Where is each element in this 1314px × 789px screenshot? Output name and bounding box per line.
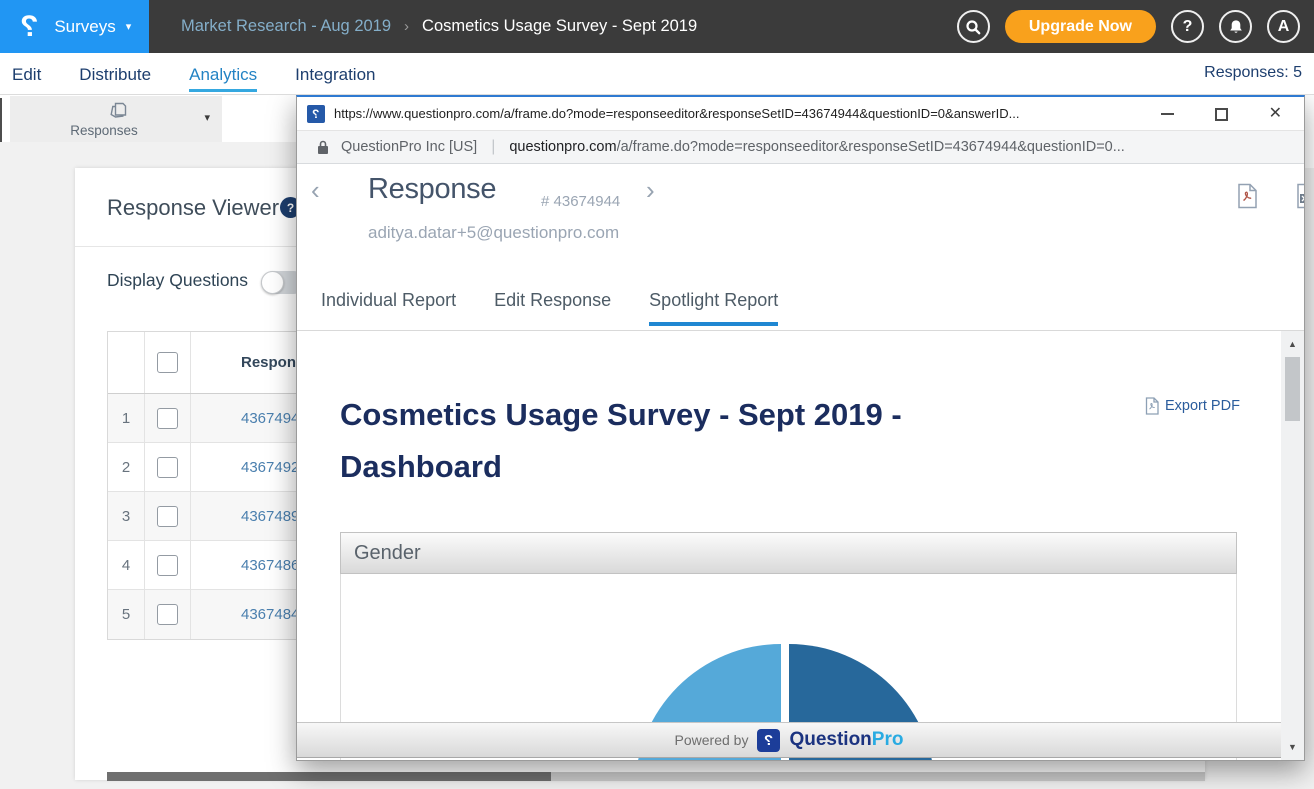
toggle-knob[interactable]: [261, 271, 284, 294]
close-icon[interactable]: ✕: [1269, 106, 1282, 122]
vertical-scrollbar-thumb[interactable]: [1285, 357, 1300, 421]
nav-item-integration[interactable]: Integration: [295, 63, 375, 85]
select-all-checkbox[interactable]: [157, 352, 178, 373]
nav-item-analytics[interactable]: Analytics: [189, 56, 257, 92]
row-number: 3: [108, 492, 145, 540]
notifications-button[interactable]: [1219, 10, 1252, 43]
screen: ? Surveys ▾ Market Research - Aug 2019 ›…: [0, 0, 1314, 789]
upgrade-now-button[interactable]: Upgrade Now: [1005, 10, 1156, 43]
responses-tool-label: Responses: [10, 123, 198, 138]
tab-edit-response[interactable]: Edit Response: [494, 289, 611, 326]
chevron-down-icon: ▾: [126, 20, 132, 33]
toolbar-edge: [0, 98, 2, 142]
chevron-down-icon[interactable]: ▾: [204, 111, 210, 124]
gender-panel-header: Gender: [340, 532, 1237, 574]
spotlight-report-body: Cosmetics Usage Survey - Sept 2019 - Das…: [297, 331, 1281, 760]
surveys-label: Surveys: [54, 17, 115, 37]
brand-pro: Pro: [872, 729, 904, 750]
survey-nav: Edit Distribute Analytics Integration Re…: [0, 53, 1314, 95]
horizontal-scrollbar[interactable]: [107, 772, 1205, 781]
download-pdf-icon[interactable]: [1237, 183, 1258, 214]
respondent-email: aditya.datar+5@questionpro.com: [368, 223, 619, 243]
url-separator: |: [491, 138, 495, 156]
search-icon: [965, 19, 981, 35]
top-bar: ? Surveys ▾ Market Research - Aug 2019 ›…: [0, 0, 1314, 53]
security-url-bar: QuestionPro Inc [US] | questionpro.com /…: [297, 131, 1304, 164]
export-pdf-button[interactable]: Export PDF: [1145, 397, 1240, 415]
account-avatar[interactable]: A: [1267, 10, 1300, 43]
export-pdf-label: Export PDF: [1165, 398, 1240, 414]
questionpro-favicon-icon: ?: [307, 105, 325, 123]
lock-icon: [317, 139, 329, 155]
vertical-scrollbar[interactable]: ▲ ▼: [1281, 331, 1304, 760]
help-icon: ?: [287, 201, 294, 215]
page-right-margin: [1305, 95, 1314, 168]
report-tabs: Individual Report Edit Response Spotligh…: [321, 289, 778, 326]
header-num-cell: [108, 332, 145, 393]
row-number: 4: [108, 541, 145, 589]
nav-items: Edit Distribute Analytics Integration: [12, 53, 375, 94]
row-number: 5: [108, 590, 145, 639]
response-editor-popup: ? https://www.questionpro.com/a/frame.do…: [296, 95, 1305, 761]
gender-panel-title: Gender: [354, 542, 421, 565]
popup-title-bar[interactable]: ? https://www.questionpro.com/a/frame.do…: [297, 97, 1304, 131]
url-domain: questionpro.com: [509, 139, 616, 155]
popup-window-title: https://www.questionpro.com/a/frame.do?m…: [334, 106, 1144, 121]
topbar-actions: Upgrade Now ? A: [957, 10, 1300, 43]
powered-by-bar: Powered by ? QuestionPro: [297, 722, 1281, 758]
responses-tool-button[interactable]: Responses ▾: [10, 96, 222, 142]
questionpro-logo-icon[interactable]: ?: [757, 729, 780, 752]
questionpro-brand-link[interactable]: QuestionPro: [789, 729, 903, 751]
report-title: Cosmetics Usage Survey - Sept 2019 - Das…: [340, 389, 990, 493]
pdf-file-icon: [1145, 397, 1159, 415]
row-checkbox[interactable]: [157, 604, 178, 625]
header-checkbox-cell: [145, 332, 191, 393]
nav-item-distribute[interactable]: Distribute: [79, 63, 151, 85]
page-title: Response Viewer: [107, 195, 279, 221]
minimize-icon[interactable]: [1161, 113, 1174, 115]
breadcrumb: Market Research - Aug 2019 › Cosmetics U…: [181, 0, 697, 53]
display-questions-label: Display Questions: [107, 270, 248, 291]
response-title: Response: [368, 173, 496, 206]
previous-response-button[interactable]: ‹: [311, 177, 320, 203]
tab-spotlight-report[interactable]: Spotlight Report: [649, 289, 778, 326]
certificate-org: QuestionPro Inc [US]: [341, 139, 477, 155]
response-id-value: # 43674944: [541, 193, 620, 210]
download-xls-icon[interactable]: [1296, 183, 1305, 214]
row-checkbox[interactable]: [157, 408, 178, 429]
brand-question: Question: [789, 729, 871, 750]
help-button[interactable]: ?: [1171, 10, 1204, 43]
row-checkbox[interactable]: [157, 506, 178, 527]
powered-by-label: Powered by: [675, 732, 749, 748]
responses-count: Responses: 5: [1204, 64, 1302, 82]
maximize-icon[interactable]: [1215, 108, 1228, 121]
nav-item-edit[interactable]: Edit: [12, 63, 41, 85]
report-title-line1: Cosmetics Usage Survey - Sept 2019 -: [340, 397, 902, 432]
tab-individual-report[interactable]: Individual Report: [321, 289, 456, 326]
horizontal-scrollbar-thumb[interactable]: [107, 772, 551, 781]
next-response-button[interactable]: ›: [646, 177, 655, 203]
breadcrumb-parent-link[interactable]: Market Research - Aug 2019: [181, 17, 391, 36]
url-path: /a/frame.do?mode=responseeditor&response…: [617, 139, 1125, 155]
scroll-down-icon[interactable]: ▼: [1281, 742, 1304, 752]
row-checkbox[interactable]: [157, 457, 178, 478]
breadcrumb-current: Cosmetics Usage Survey - Sept 2019: [422, 17, 697, 36]
scroll-up-icon[interactable]: ▲: [1281, 339, 1304, 349]
help-icon: ?: [1183, 18, 1193, 36]
row-number: 2: [108, 443, 145, 491]
search-button[interactable]: [957, 10, 990, 43]
avatar-initial: A: [1278, 18, 1290, 36]
breadcrumb-separator-icon: ›: [404, 18, 409, 35]
report-title-line2: Dashboard: [340, 449, 502, 484]
questionpro-logo-icon: ?: [20, 10, 38, 44]
bell-icon: [1228, 19, 1244, 35]
row-number: 1: [108, 394, 145, 442]
surveys-menu[interactable]: ? Surveys ▾: [0, 0, 149, 53]
row-checkbox[interactable]: [157, 555, 178, 576]
window-controls: ✕: [1161, 97, 1282, 131]
